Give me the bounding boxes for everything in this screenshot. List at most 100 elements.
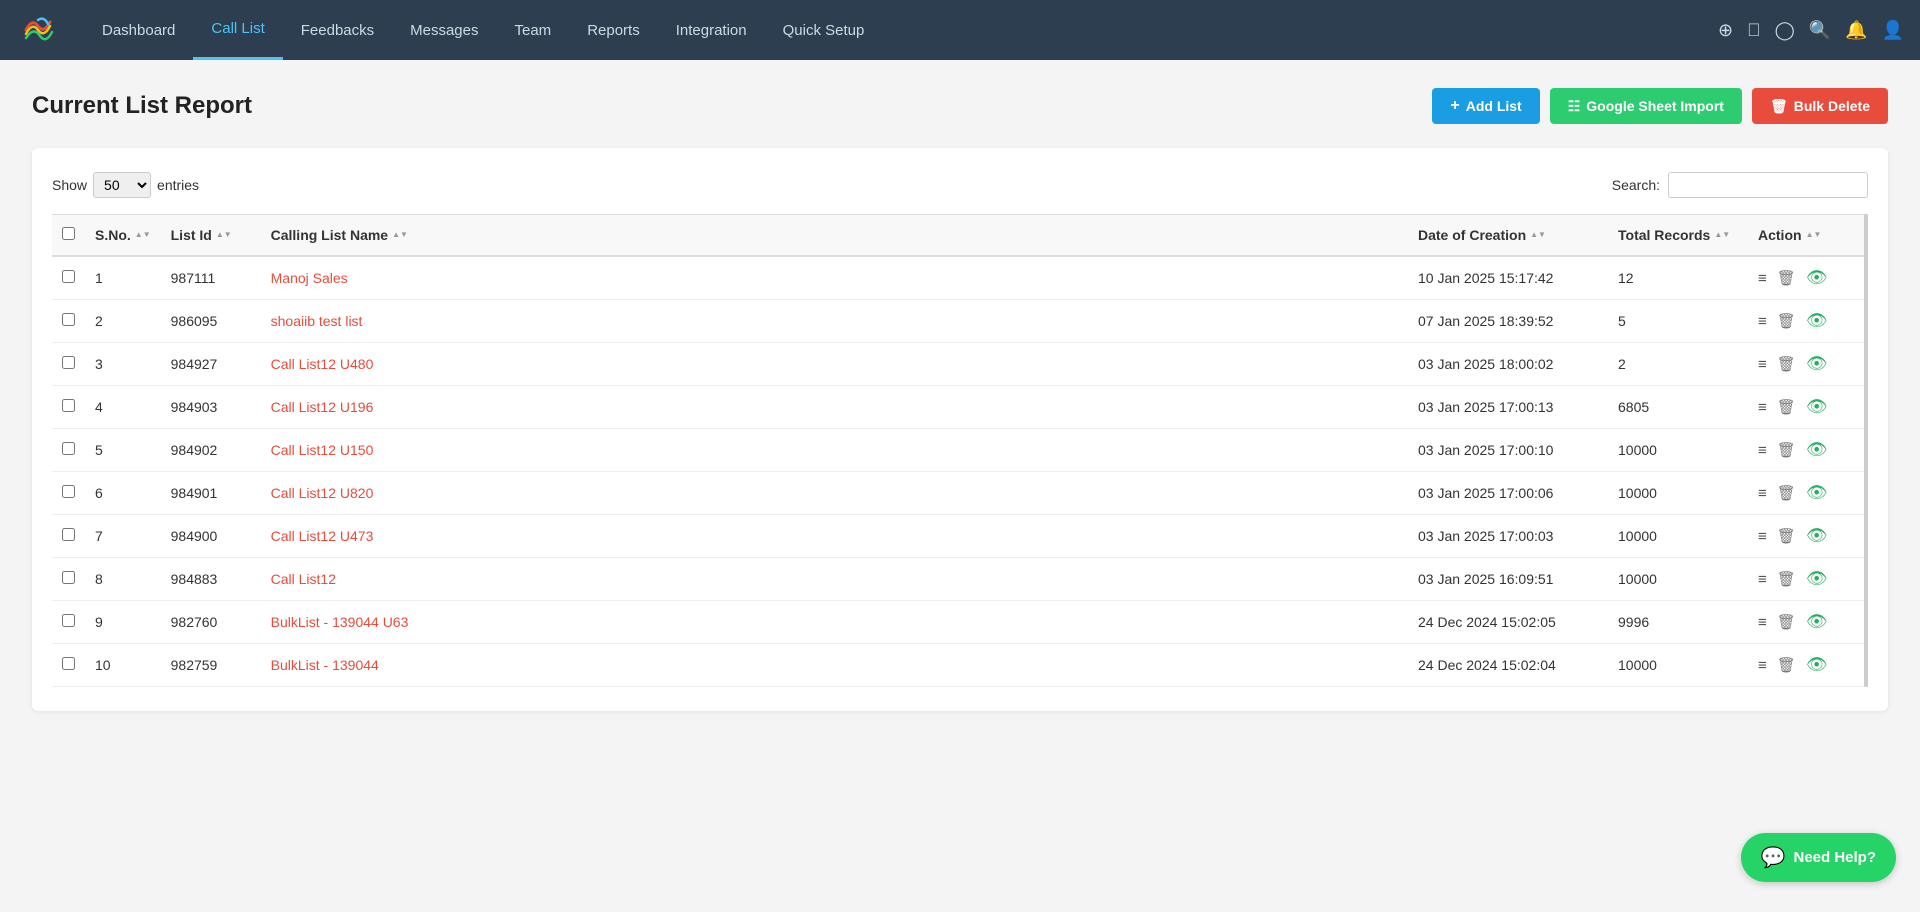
row-list-icon[interactable]: ≡ bbox=[1758, 528, 1767, 545]
search-icon[interactable]: 🔍 bbox=[1809, 20, 1831, 41]
row-list-icon[interactable]: ≡ bbox=[1758, 356, 1767, 373]
sort-arrows-name[interactable]: ▲▼ bbox=[392, 231, 408, 239]
header-calling-list-name[interactable]: Calling List Name ▲▼ bbox=[261, 215, 1408, 257]
row-delete-icon[interactable]: 🗑 bbox=[1777, 484, 1796, 502]
row-checkbox-cell bbox=[52, 386, 85, 429]
row-list-icon[interactable]: ≡ bbox=[1758, 571, 1767, 588]
row-list-icon[interactable]: ≡ bbox=[1758, 614, 1767, 631]
bulk-delete-button[interactable]: 🗑 Bulk Delete bbox=[1752, 88, 1888, 124]
row-name-cell: Manoj Sales bbox=[261, 256, 1408, 300]
nav-dashboard[interactable]: Dashboard bbox=[84, 0, 193, 60]
header-total-records[interactable]: Total Records ▲▼ bbox=[1608, 215, 1748, 257]
sort-arrows-action[interactable]: ▲▼ bbox=[1806, 231, 1822, 239]
nav-call-list[interactable]: Call List bbox=[193, 0, 282, 60]
row-sno: 1 bbox=[85, 256, 161, 300]
table-row: 2 986095 shoaiib test list 07 Jan 2025 1… bbox=[52, 300, 1868, 343]
nav-quick-setup[interactable]: Quick Setup bbox=[765, 0, 883, 60]
row-view-icon[interactable]: 👁 bbox=[1806, 440, 1828, 460]
row-list-icon[interactable]: ≡ bbox=[1758, 442, 1767, 459]
entries-select[interactable]: 10 25 50 100 bbox=[93, 172, 151, 198]
row-checkbox-5[interactable] bbox=[62, 485, 75, 498]
sort-arrows-date[interactable]: ▲▼ bbox=[1530, 231, 1546, 239]
row-list-name-link[interactable]: BulkList - 139044 U63 bbox=[271, 614, 409, 630]
row-records: 2 bbox=[1608, 343, 1748, 386]
row-date: 03 Jan 2025 17:00:03 bbox=[1408, 515, 1608, 558]
row-delete-icon[interactable]: 🗑 bbox=[1777, 613, 1796, 631]
nav-reports[interactable]: Reports bbox=[569, 0, 658, 60]
row-sno: 9 bbox=[85, 601, 161, 644]
add-list-button[interactable]: + Add List bbox=[1432, 88, 1539, 124]
row-checkbox-8[interactable] bbox=[62, 614, 75, 627]
select-all-checkbox[interactable] bbox=[62, 227, 75, 240]
row-checkbox-2[interactable] bbox=[62, 356, 75, 369]
row-list-icon[interactable]: ≡ bbox=[1758, 270, 1767, 287]
row-view-icon[interactable]: 👁 bbox=[1806, 612, 1828, 632]
row-list-name-link[interactable]: Call List12 bbox=[271, 571, 336, 587]
row-delete-icon[interactable]: 🗑 bbox=[1777, 269, 1796, 287]
row-checkbox-6[interactable] bbox=[62, 528, 75, 541]
row-view-icon[interactable]: 👁 bbox=[1806, 655, 1828, 675]
row-view-icon[interactable]: 👁 bbox=[1806, 526, 1828, 546]
row-delete-icon[interactable]: 🗑 bbox=[1777, 656, 1796, 674]
row-view-icon[interactable]: 👁 bbox=[1806, 483, 1828, 503]
row-delete-icon[interactable]: 🗑 bbox=[1777, 355, 1796, 373]
row-delete-icon[interactable]: 🗑 bbox=[1777, 570, 1796, 588]
row-name-cell: Call List12 U480 bbox=[261, 343, 1408, 386]
row-sno: 4 bbox=[85, 386, 161, 429]
row-list-icon[interactable]: ≡ bbox=[1758, 485, 1767, 502]
row-checkbox-3[interactable] bbox=[62, 399, 75, 412]
nav-feedbacks[interactable]: Feedbacks bbox=[283, 0, 392, 60]
row-checkbox-9[interactable] bbox=[62, 657, 75, 670]
header-list-id[interactable]: List Id ▲▼ bbox=[161, 215, 261, 257]
row-list-name-link[interactable]: Call List12 U480 bbox=[271, 356, 374, 372]
apple-icon[interactable]:  bbox=[1747, 20, 1761, 41]
globe-icon[interactable]: ◯ bbox=[1775, 20, 1795, 41]
row-delete-icon[interactable]: 🗑 bbox=[1777, 441, 1796, 459]
row-list-name-link[interactable]: Call List12 U820 bbox=[271, 485, 374, 501]
row-list-name-link[interactable]: Call List12 U150 bbox=[271, 442, 374, 458]
row-checkbox-0[interactable] bbox=[62, 270, 75, 283]
row-records: 10000 bbox=[1608, 515, 1748, 558]
row-view-icon[interactable]: 👁 bbox=[1806, 354, 1828, 374]
row-list-name-link[interactable]: Manoj Sales bbox=[271, 270, 348, 286]
row-view-icon[interactable]: 👁 bbox=[1806, 311, 1828, 331]
search-input[interactable] bbox=[1668, 172, 1868, 198]
sort-arrows-sno[interactable]: ▲▼ bbox=[135, 231, 151, 239]
row-view-icon[interactable]: 👁 bbox=[1806, 397, 1828, 417]
row-checkbox-7[interactable] bbox=[62, 571, 75, 584]
sort-arrows-records[interactable]: ▲▼ bbox=[1714, 231, 1730, 239]
sort-arrows-listid[interactable]: ▲▼ bbox=[216, 231, 232, 239]
sheet-icon: ☷ bbox=[1568, 98, 1581, 115]
row-delete-icon[interactable]: 🗑 bbox=[1777, 527, 1796, 545]
row-checkbox-1[interactable] bbox=[62, 313, 75, 326]
row-delete-icon[interactable]: 🗑 bbox=[1777, 398, 1796, 416]
row-list-icon[interactable]: ≡ bbox=[1758, 399, 1767, 416]
row-checkbox-4[interactable] bbox=[62, 442, 75, 455]
add-list-label: Add List bbox=[1466, 98, 1522, 114]
row-list-name-link[interactable]: shoaiib test list bbox=[271, 313, 363, 329]
logo[interactable] bbox=[16, 8, 60, 52]
table-row: 1 987111 Manoj Sales 10 Jan 2025 15:17:4… bbox=[52, 256, 1868, 300]
row-list-name-link[interactable]: Call List12 U473 bbox=[271, 528, 374, 544]
profile-icon[interactable]: 👤 bbox=[1882, 20, 1904, 41]
row-delete-icon[interactable]: 🗑 bbox=[1777, 312, 1796, 330]
header-action[interactable]: Action ▲▼ bbox=[1748, 215, 1868, 257]
header-sno[interactable]: S.No. ▲▼ bbox=[85, 215, 161, 257]
android-icon[interactable]: ⊕ bbox=[1718, 20, 1733, 41]
row-view-icon[interactable]: 👁 bbox=[1806, 268, 1828, 288]
google-sheet-import-button[interactable]: ☷ Google Sheet Import bbox=[1550, 88, 1742, 124]
nav-integration[interactable]: Integration bbox=[658, 0, 765, 60]
notification-icon[interactable]: 🔔 bbox=[1845, 20, 1867, 41]
header-date-of-creation[interactable]: Date of Creation ▲▼ bbox=[1408, 215, 1608, 257]
row-list-name-link[interactable]: Call List12 U196 bbox=[271, 399, 374, 415]
row-list-icon[interactable]: ≡ bbox=[1758, 657, 1767, 674]
nav-team[interactable]: Team bbox=[497, 0, 570, 60]
row-view-icon[interactable]: 👁 bbox=[1806, 569, 1828, 589]
row-list-name-link[interactable]: BulkList - 139044 bbox=[271, 657, 379, 673]
row-sno: 7 bbox=[85, 515, 161, 558]
row-list-icon[interactable]: ≡ bbox=[1758, 313, 1767, 330]
need-help-button[interactable]: 💬 Need Help? bbox=[1741, 833, 1896, 882]
navbar: Dashboard Call List Feedbacks Messages T… bbox=[0, 0, 1920, 60]
nav-messages[interactable]: Messages bbox=[392, 0, 496, 60]
header-buttons: + Add List ☷ Google Sheet Import 🗑 Bulk … bbox=[1432, 88, 1888, 124]
